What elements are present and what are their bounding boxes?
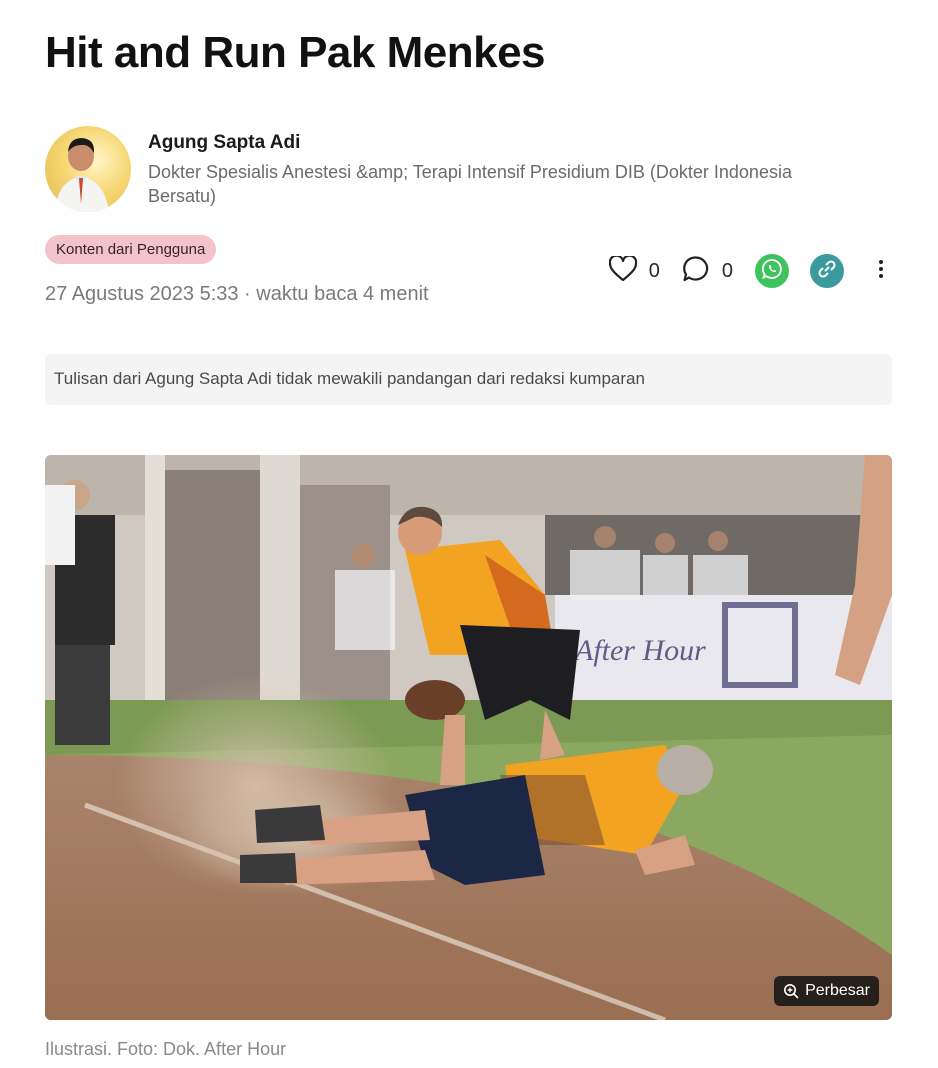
article-title: Hit and Run Pak Menkes bbox=[45, 28, 546, 77]
share-whatsapp-button[interactable] bbox=[755, 254, 789, 288]
editorial-disclaimer: Tulisan dari Agung Sapta Adi tidak mewak… bbox=[45, 354, 892, 405]
zoom-button[interactable]: Perbesar bbox=[774, 976, 879, 1006]
like-count: 0 bbox=[648, 259, 660, 282]
photo-caption: Ilustrasi. Foto: Dok. After Hour bbox=[45, 1039, 287, 1059]
whatsapp-icon bbox=[761, 258, 783, 285]
heart-icon bbox=[608, 254, 637, 287]
author-block: Agung Sapta Adi Dokter Spesialis Anestes… bbox=[45, 126, 895, 212]
more-icon bbox=[878, 259, 884, 284]
zoom-label: Perbesar bbox=[805, 982, 870, 999]
author-name[interactable]: Agung Sapta Adi bbox=[148, 132, 838, 154]
author-bio: Dokter Spesialis Anestesi &amp; Terapi I… bbox=[148, 162, 792, 206]
zoom-icon bbox=[783, 983, 799, 999]
copy-link-button[interactable] bbox=[810, 254, 844, 288]
article-actions: 0 0 bbox=[608, 254, 896, 288]
comment-button[interactable]: 0 bbox=[682, 255, 733, 288]
more-options-button[interactable] bbox=[866, 254, 896, 288]
author-avatar[interactable] bbox=[45, 126, 131, 212]
like-button[interactable]: 0 bbox=[608, 254, 660, 287]
comment-icon bbox=[682, 255, 710, 288]
article-photo[interactable]: After Hour Perbesar bbox=[45, 455, 892, 1020]
link-icon bbox=[817, 259, 837, 284]
user-content-badge: Konten dari Pengguna bbox=[45, 235, 217, 264]
comment-count: 0 bbox=[721, 259, 733, 282]
banner-text: After Hour bbox=[573, 634, 706, 667]
article-dateline: 27 Agustus 2023 5:33 · waktu baca 4 meni… bbox=[45, 283, 429, 305]
baseball-slide-illustration: After Hour bbox=[45, 455, 892, 1020]
